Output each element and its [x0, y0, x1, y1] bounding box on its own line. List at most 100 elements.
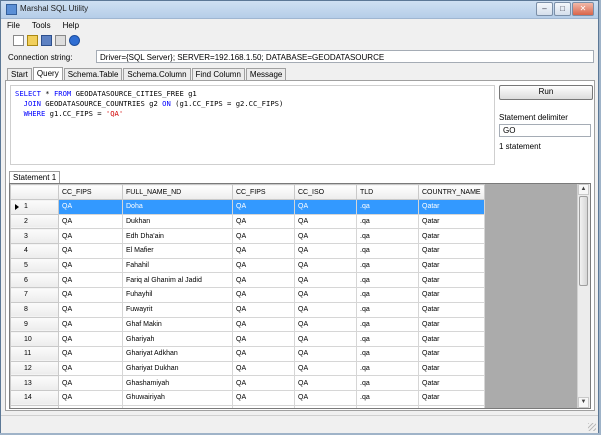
table-cell[interactable]: QA: [294, 360, 357, 377]
table-cell[interactable]: QA: [294, 404, 357, 408]
row-number[interactable]: 2: [10, 213, 59, 230]
table-cell[interactable]: QA: [232, 331, 295, 347]
table-cell[interactable]: QA: [232, 257, 295, 274]
table-cell[interactable]: Qatar: [418, 228, 485, 245]
tab-find-column[interactable]: Find Column: [191, 68, 245, 80]
table-row[interactable]: 3 QA Edh Dha'ain QA QA .qa Qatar: [10, 228, 485, 245]
open-icon[interactable]: [27, 34, 38, 46]
table-cell[interactable]: El Mafier: [122, 243, 233, 259]
menu-file[interactable]: File: [1, 19, 26, 32]
table-cell[interactable]: QA: [294, 199, 357, 215]
table-cell[interactable]: Qatar: [418, 389, 485, 406]
run-button[interactable]: Run: [499, 85, 593, 100]
table-cell[interactable]: QA: [58, 331, 123, 347]
table-cell[interactable]: QA: [58, 316, 123, 333]
table-cell[interactable]: QA: [58, 345, 123, 362]
table-row[interactable]: 6 QA Fariq al Ghanim al Jadid QA QA .qa Qatar: [10, 272, 485, 289]
title-bar[interactable]: Marshal SQL Utility – □ ✕: [1, 1, 598, 19]
print-icon[interactable]: [55, 34, 66, 46]
table-row[interactable]: 10 QA Ghariyah QA QA .qa Qatar: [10, 331, 485, 347]
table-cell[interactable]: QA: [58, 404, 123, 408]
maximize-button[interactable]: □: [554, 2, 571, 16]
table-cell[interactable]: Qatar: [418, 345, 485, 362]
table-row[interactable]: 15QAHalwanQAQA.qaQatar: [10, 404, 485, 408]
row-number[interactable]: 6: [10, 272, 59, 289]
table-cell[interactable]: Ghariyah: [122, 331, 233, 347]
table-cell[interactable]: .qa: [356, 257, 419, 274]
table-cell[interactable]: QA: [232, 345, 295, 362]
table-cell[interactable]: QA: [58, 213, 123, 230]
close-button[interactable]: ✕: [572, 2, 594, 16]
table-cell[interactable]: Qatar: [418, 301, 485, 318]
table-cell[interactable]: QA: [294, 272, 357, 289]
table-cell[interactable]: .qa: [356, 345, 419, 362]
table-cell[interactable]: QA: [294, 287, 357, 303]
table-cell[interactable]: QA: [294, 375, 357, 391]
table-cell[interactable]: Ghariyat Adkhan: [122, 345, 233, 362]
table-cell[interactable]: Fuwayrit: [122, 301, 233, 318]
table-cell[interactable]: Ghariyat Dukhan: [122, 360, 233, 377]
table-cell[interactable]: QA: [58, 389, 123, 406]
tab-statement-1[interactable]: Statement 1: [9, 171, 61, 183]
tab-schema-column[interactable]: Schema.Column: [123, 68, 191, 80]
table-row[interactable]: 2 QA Dukhan QA QA .qa Qatar: [10, 213, 485, 230]
row-number[interactable]: 1: [10, 199, 59, 215]
table-cell[interactable]: QA: [58, 228, 123, 245]
table-cell[interactable]: QA: [58, 375, 123, 391]
table-cell[interactable]: QA: [58, 199, 123, 215]
table-cell[interactable]: Fahahil: [122, 257, 233, 274]
menu-tools[interactable]: Tools: [26, 19, 57, 32]
table-cell[interactable]: QA: [294, 316, 357, 333]
row-number[interactable]: 8: [10, 301, 59, 318]
table-cell[interactable]: QA: [294, 257, 357, 274]
table-cell[interactable]: Qatar: [418, 404, 485, 408]
table-cell[interactable]: .qa: [356, 243, 419, 259]
row-number[interactable]: 5: [10, 257, 59, 274]
tab-start[interactable]: Start: [7, 68, 32, 80]
tab-schema-table[interactable]: Schema.Table: [63, 68, 123, 80]
table-cell[interactable]: QA: [294, 228, 357, 245]
help-icon[interactable]: [69, 34, 80, 46]
column-header[interactable]: CC_ISO: [294, 184, 357, 200]
table-row[interactable]: 4 QA El Mafier QA QA .qa Qatar: [10, 243, 485, 259]
table-row[interactable]: 11 QA Ghariyat Adkhan QA QA .qa Qatar: [10, 345, 485, 362]
row-number[interactable]: 11: [10, 345, 59, 362]
table-cell[interactable]: Qatar: [418, 331, 485, 347]
row-number[interactable]: 14: [10, 389, 59, 406]
table-row[interactable]: 1 QA Doha QA QA .qa Qatar: [10, 199, 485, 215]
menu-help[interactable]: Help: [57, 19, 85, 32]
tab-query[interactable]: Query: [32, 67, 63, 81]
table-cell[interactable]: QA: [232, 316, 295, 333]
table-cell[interactable]: QA: [58, 243, 123, 259]
row-number[interactable]: 13: [10, 375, 59, 391]
table-cell[interactable]: QA: [294, 243, 357, 259]
table-row[interactable]: 9 QA Ghaf Makin QA QA .qa Qatar: [10, 316, 485, 333]
row-number[interactable]: 4: [10, 243, 59, 259]
connection-string-field[interactable]: Driver={SQL Server}; SERVER=192.168.1.50…: [96, 50, 594, 63]
table-row[interactable]: 14 QA Ghuwairiyah QA QA .qa Qatar: [10, 389, 485, 406]
minimize-button[interactable]: –: [536, 2, 553, 16]
table-cell[interactable]: .qa: [356, 360, 419, 377]
table-cell[interactable]: .qa: [356, 199, 419, 215]
table-cell[interactable]: .qa: [356, 287, 419, 303]
table-cell[interactable]: Qatar: [418, 316, 485, 333]
column-header[interactable]: COUNTRY_NAME: [418, 184, 485, 200]
column-header[interactable]: CC_FIPS: [58, 184, 123, 200]
table-cell[interactable]: .qa: [356, 301, 419, 318]
save-icon[interactable]: [41, 34, 52, 46]
table-cell[interactable]: QA: [232, 199, 295, 215]
table-row[interactable]: 8 QA Fuwayrit QA QA .qa Qatar: [10, 301, 485, 318]
table-cell[interactable]: Qatar: [418, 287, 485, 303]
scroll-down-icon[interactable]: ▼: [578, 397, 589, 408]
table-cell[interactable]: QA: [232, 375, 295, 391]
table-cell[interactable]: QA: [294, 213, 357, 230]
row-number[interactable]: 7: [10, 287, 59, 303]
table-cell[interactable]: QA: [232, 272, 295, 289]
new-icon[interactable]: [13, 34, 24, 46]
table-cell[interactable]: Qatar: [418, 213, 485, 230]
table-cell[interactable]: QA: [58, 257, 123, 274]
statement-delimiter-input[interactable]: GO: [499, 124, 591, 137]
table-cell[interactable]: Ghuwairiyah: [122, 389, 233, 406]
table-cell[interactable]: QA: [58, 272, 123, 289]
table-cell[interactable]: Qatar: [418, 375, 485, 391]
